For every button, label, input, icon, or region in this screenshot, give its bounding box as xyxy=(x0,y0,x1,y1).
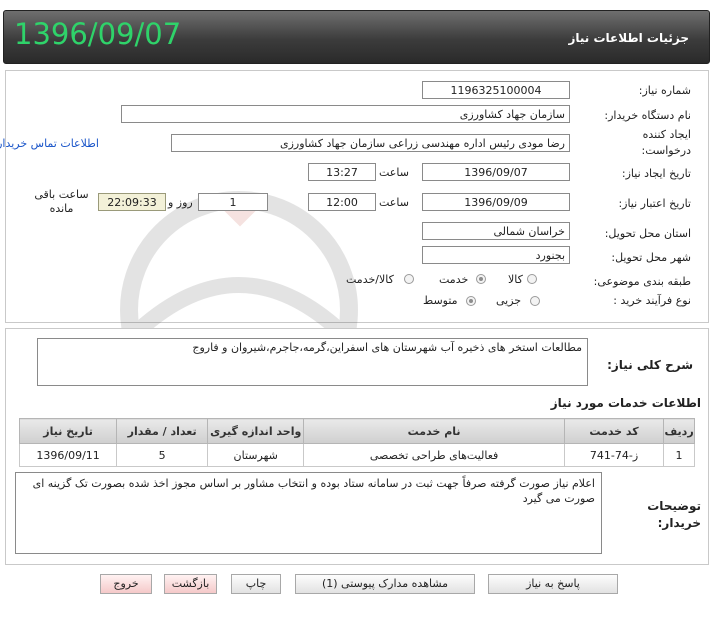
buyer-org-field: سازمان جهاد کشاورزی xyxy=(122,105,571,123)
create-time-field: 13:27 xyxy=(309,163,377,181)
create-date-label: تاریخ ایجاد نیاز: xyxy=(622,167,692,180)
create-date-field: 1396/09/07 xyxy=(423,163,571,181)
cell-unit: شهرستان xyxy=(208,443,306,467)
cell-code: ز-74-741 xyxy=(564,443,666,467)
col-unit: واحد اندازه گیری xyxy=(208,418,306,444)
services-title: اطلاعات خدمات مورد نیاز xyxy=(551,396,702,410)
purchase-type-label: نوع فرآیند خرید : xyxy=(614,294,692,307)
page-title: جزئیات اطلاعات نیاز xyxy=(569,31,690,45)
purchase-radio-medium[interactable] xyxy=(467,296,477,306)
reply-button[interactable]: پاسخ به نیاز xyxy=(489,574,619,594)
validity-time-label: ساعت xyxy=(380,196,410,209)
back-button[interactable]: بازگشت xyxy=(165,574,218,594)
create-time-label: ساعت xyxy=(380,166,410,179)
creator-label: ایجاد کننده درخواست: xyxy=(642,128,692,157)
remaining-time-field: 22:09:33 xyxy=(99,193,167,211)
city-field: بجنورد xyxy=(423,246,571,264)
purchase-radio-minor[interactable] xyxy=(531,296,541,306)
cell-quantity: 5 xyxy=(117,443,210,467)
services-header-row: ردیف کد خدمت نام خدمت واحد اندازه گیری ت… xyxy=(19,418,696,444)
buyer-org-label: نام دستگاه خریدار: xyxy=(605,109,692,122)
description-textarea[interactable]: مطالعات استخر های ذخیره آب شهرستان های ا… xyxy=(38,338,589,386)
purchase-option-medium: متوسط xyxy=(424,294,459,307)
category-option-service: خدمت xyxy=(440,273,470,286)
days-field: 1 xyxy=(199,193,269,211)
cell-date: 1396/09/11 xyxy=(19,443,119,467)
table-row: 1 ز-74-741 فعالیت‌های طراحی تخصصی شهرستا… xyxy=(19,443,696,467)
col-quantity: تعداد / مقدار xyxy=(117,418,210,444)
cell-name: فعالیت‌های طراحی تخصصی xyxy=(304,443,566,467)
col-name: نام خدمت xyxy=(304,418,566,444)
cell-row: 1 xyxy=(664,443,696,467)
buyer-notes-textarea[interactable]: اعلام نیاز صورت گرفته صرفاً جهت ثبت در س… xyxy=(16,472,603,554)
view-attachments-button[interactable]: مشاهده مدارک پیوستی (1) xyxy=(296,574,476,594)
print-button[interactable]: چاپ xyxy=(232,574,282,594)
need-number-field: 1196325100004 xyxy=(423,81,571,99)
category-radio-goods[interactable] xyxy=(528,274,538,284)
validity-time-field: 12:00 xyxy=(309,193,377,211)
col-code: کد خدمت xyxy=(564,418,666,444)
validity-date-field: 1396/09/09 xyxy=(423,193,571,211)
col-row: ردیف xyxy=(664,418,696,444)
category-radio-service[interactable] xyxy=(477,274,487,284)
province-field: خراسان شمالی xyxy=(423,222,571,240)
need-number-label: شماره نیاز: xyxy=(639,84,692,97)
services-table: ردیف کد خدمت نام خدمت واحد اندازه گیری ت… xyxy=(19,418,696,467)
buyer-contact-link[interactable]: اطلاعات تماس خریدار xyxy=(0,137,100,150)
exit-button[interactable]: خروج xyxy=(101,574,153,594)
validity-label: تاریخ اعتبار نیاز: xyxy=(619,197,692,210)
creator-field: رضا مودی رئیس اداره مهندسی زراعی سازمان … xyxy=(172,134,571,152)
category-radio-goods-service[interactable] xyxy=(405,274,415,284)
col-date: تاریخ نیاز xyxy=(19,418,119,444)
purchase-option-minor: جزیی xyxy=(497,294,523,307)
description-label: شرح کلی نیاز: xyxy=(608,358,694,372)
city-label: شهر محل تحویل: xyxy=(612,251,692,264)
category-option-goods: کالا xyxy=(509,273,524,286)
remaining-time-label: ساعت باقی مانده xyxy=(35,188,90,215)
category-label: طبقه بندی موضوعی: xyxy=(594,275,692,288)
province-label: استان محل تحویل: xyxy=(605,227,692,240)
buyer-notes-label: توضیحات خریدار: xyxy=(648,499,702,530)
days-label: روز و xyxy=(169,196,194,209)
category-option-goods-service: کالا/خدمت xyxy=(347,273,395,286)
page-header: 1396/09/07 جزئیات اطلاعات نیاز xyxy=(4,10,711,64)
header-date: 1396/09/07 xyxy=(15,17,183,51)
